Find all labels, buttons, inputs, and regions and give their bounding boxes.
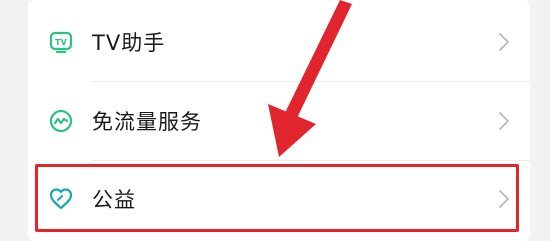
menu-item-label: 免流量服务 — [92, 110, 202, 134]
tv-icon: TV — [48, 29, 74, 55]
settings-card: TV TV助手 免流量服务 公益 — [28, 0, 530, 241]
chevron-right-icon — [499, 190, 509, 208]
tv-icon-text: TV — [55, 38, 67, 47]
menu-item-label: 公益 — [92, 188, 136, 212]
chevron-right-icon — [499, 33, 509, 51]
menu-item-charity[interactable]: 公益 — [28, 160, 530, 238]
heart-icon — [48, 186, 74, 212]
menu-item-data-free-service[interactable]: 免流量服务 — [28, 82, 530, 160]
menu-item-tv-assistant[interactable]: TV TV助手 — [28, 3, 530, 81]
menu-item-label: TV助手 — [92, 31, 166, 55]
chevron-right-icon — [499, 112, 509, 130]
wave-circle-icon — [48, 108, 74, 134]
